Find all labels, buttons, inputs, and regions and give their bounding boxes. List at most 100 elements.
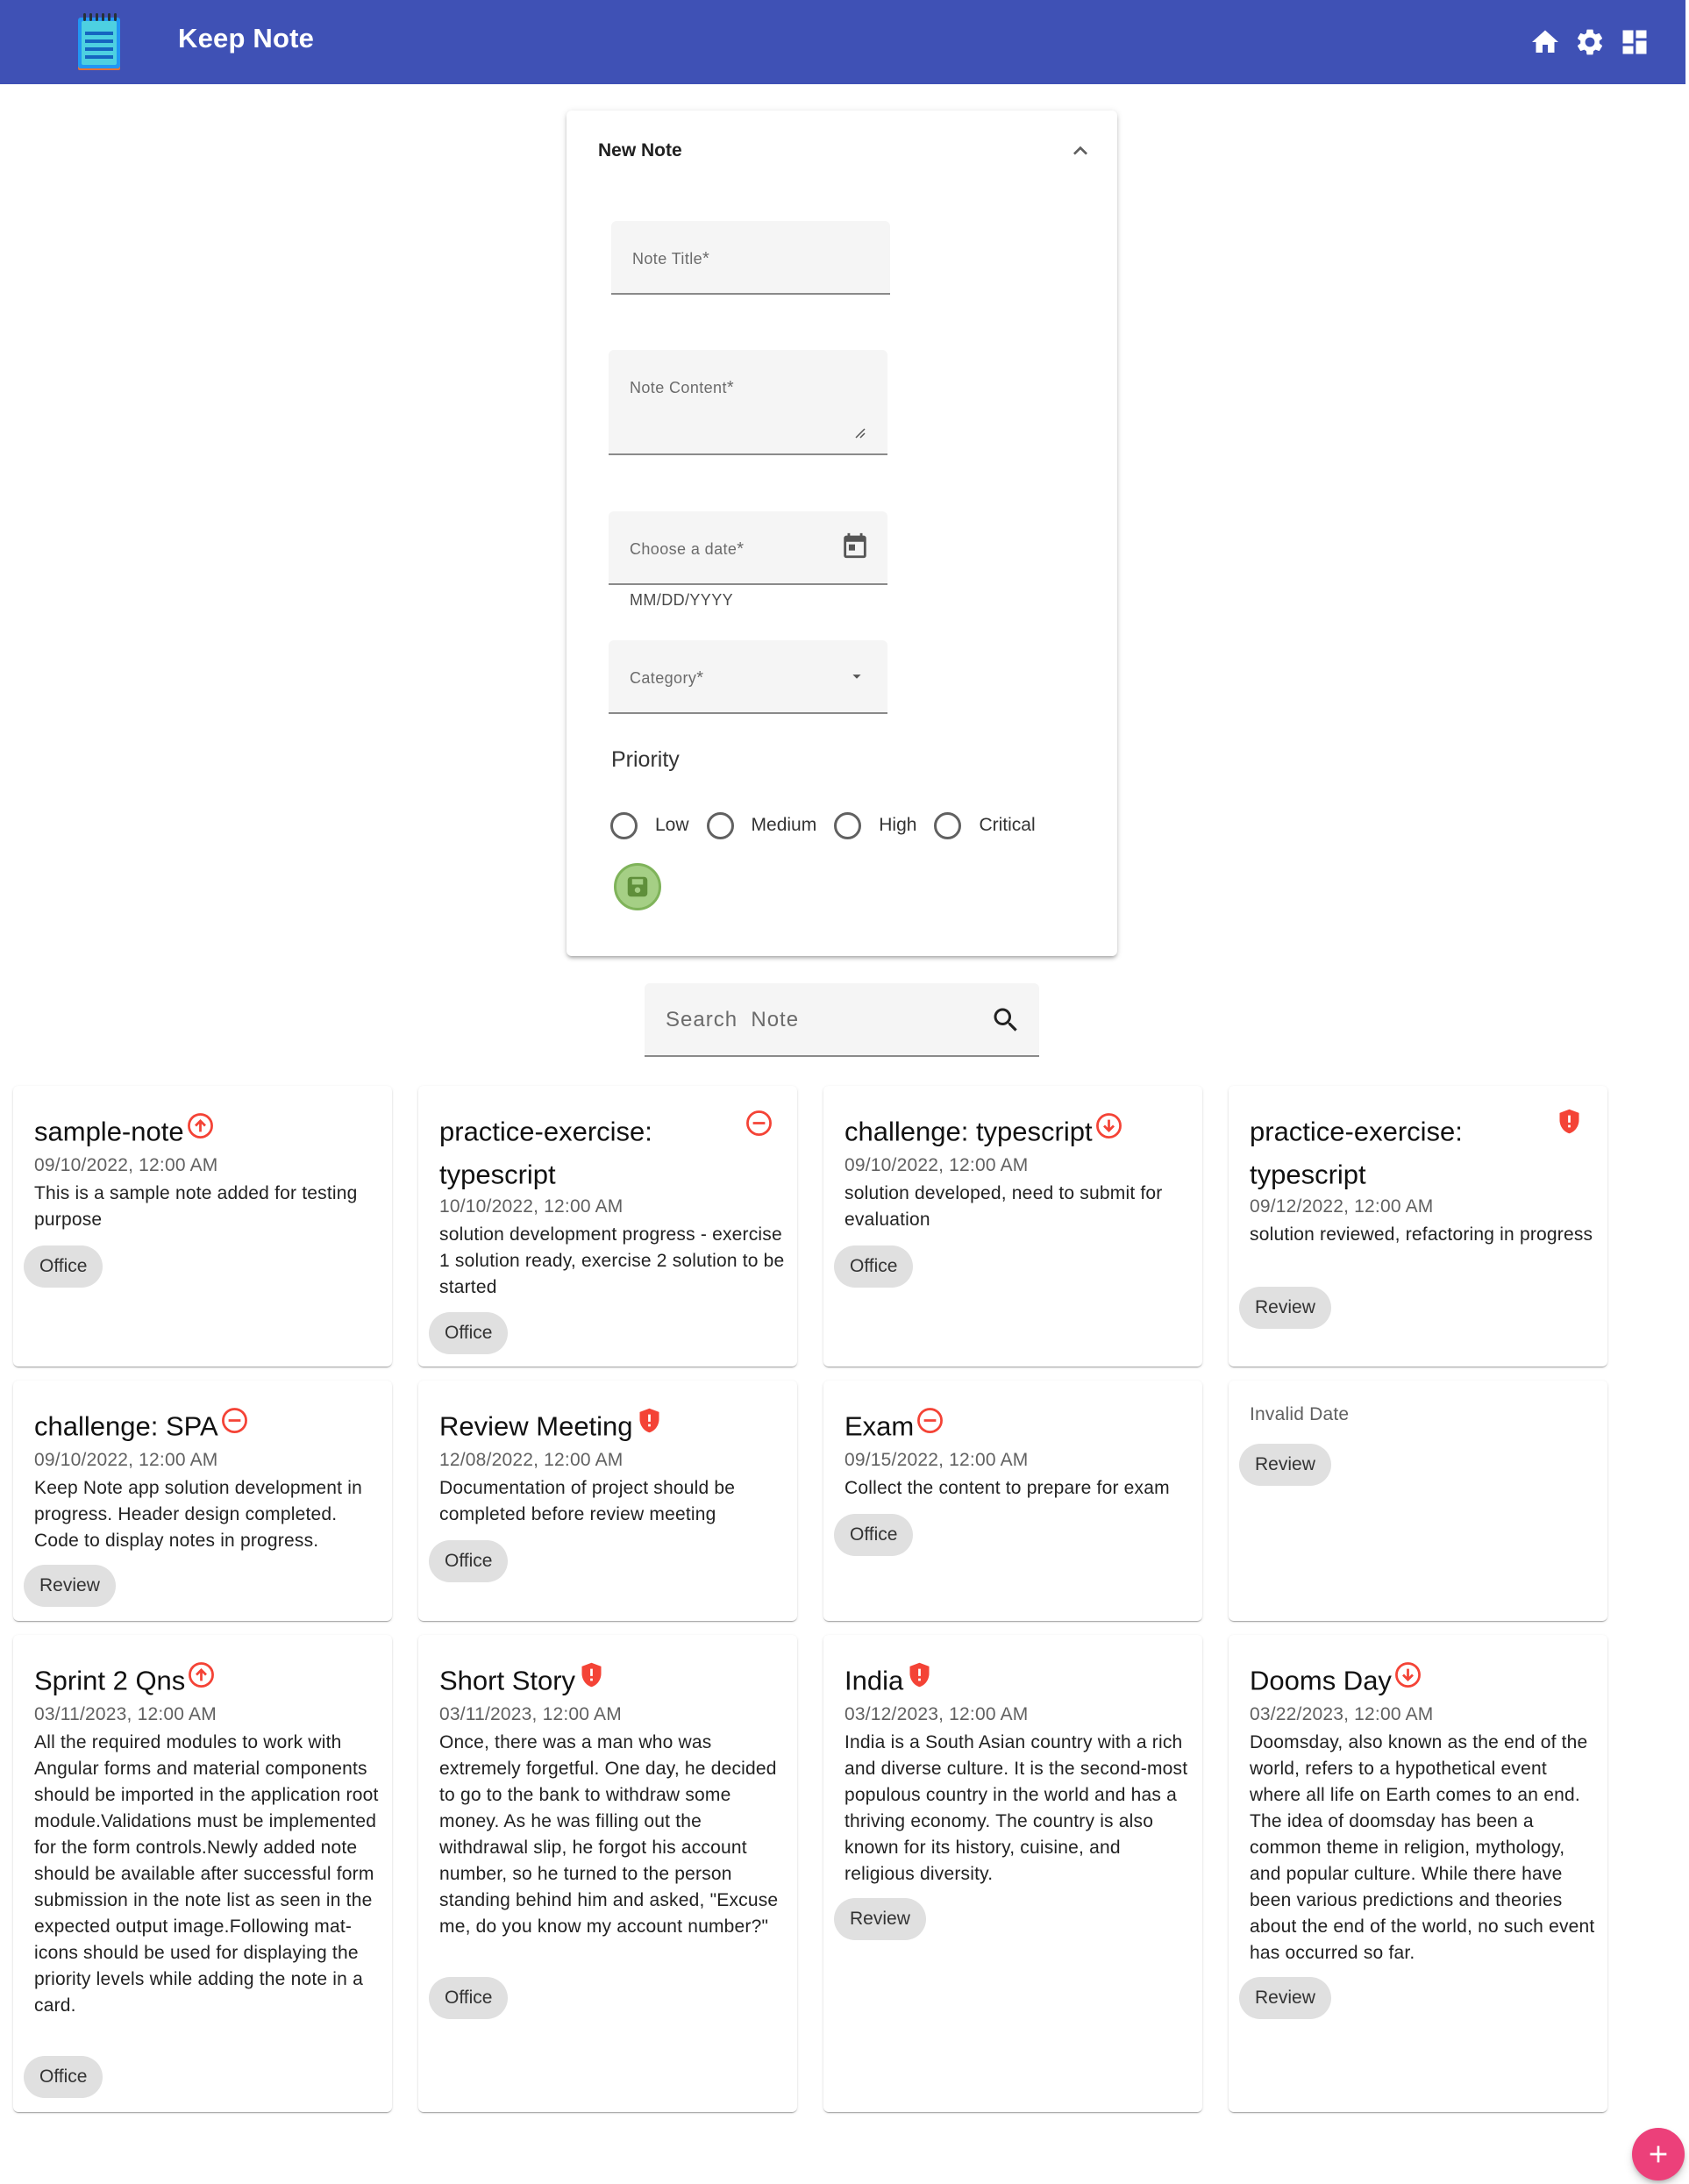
card-date: 03/12/2023, 12:00 AM <box>844 1704 1029 1724</box>
gear-icon[interactable] <box>1574 26 1606 58</box>
search-field <box>645 983 1039 1057</box>
card-content: This is a sample note added for testing … <box>34 1183 358 1230</box>
card-title: sample-note <box>34 1116 184 1147</box>
gpp-maybe-shield-icon <box>639 1409 659 1433</box>
note-card[interactable]: practice-exercise: typescript 09/12/2022… <box>1229 1086 1607 1367</box>
dropdown-arrow-icon[interactable] <box>847 667 866 686</box>
card-title: Review Meeting <box>439 1410 633 1442</box>
card-title: Dooms Day <box>1250 1665 1392 1696</box>
priority-label: Priority <box>611 747 680 772</box>
required-mark: * <box>696 668 704 688</box>
card-date: 09/10/2022, 12:00 AM <box>844 1155 1029 1175</box>
priority-radio-high[interactable] <box>834 811 862 839</box>
card-content: All the required modules to work with An… <box>34 1732 379 2016</box>
category-chip[interactable]: Office <box>834 1514 914 1556</box>
card-title: challenge: typescript <box>844 1116 1093 1147</box>
gpp-maybe-shield-icon <box>1559 1109 1579 1134</box>
gpp-maybe-shield-icon <box>581 1663 602 1688</box>
category-chip[interactable]: Office <box>24 2056 103 2098</box>
gpp-maybe-shield-icon <box>909 1663 930 1688</box>
search-input[interactable] <box>666 1001 981 1039</box>
note-title-field[interactable]: Note Title* <box>611 221 890 295</box>
card-content: Documentation of project should be compl… <box>439 1478 736 1524</box>
card-date: 10/10/2022, 12:00 AM <box>439 1196 624 1217</box>
category-chip[interactable]: Review <box>24 1565 116 1607</box>
note-card[interactable]: Exam 09/15/2022, 12:00 AM Collect the co… <box>823 1381 1202 1621</box>
calendar-icon[interactable] <box>840 531 870 560</box>
card-content: solution development progress - exercise… <box>439 1224 785 1297</box>
chevron-up-icon[interactable] <box>1066 137 1094 165</box>
priority-option-low[interactable]: Low <box>655 815 689 836</box>
card-content: India is a South Asian country with a ri… <box>844 1732 1188 1884</box>
category-chip[interactable]: Office <box>429 1312 509 1354</box>
card-content: Once, there was a man who was extremely … <box>439 1732 779 1937</box>
priority-option-medium[interactable]: Medium <box>752 815 817 836</box>
card-date: 09/15/2022, 12:00 AM <box>844 1450 1029 1470</box>
card-date: 03/11/2023, 12:00 AM <box>34 1704 217 1724</box>
category-label: Category <box>630 669 697 687</box>
add-note-button[interactable] <box>1632 2128 1685 2180</box>
priority-radio-low[interactable] <box>610 811 638 839</box>
category-chip[interactable]: Office <box>429 1977 509 2019</box>
card-title: Exam <box>844 1410 915 1442</box>
card-title: India <box>844 1665 904 1696</box>
card-content: solution reviewed, refactoring in progre… <box>1250 1224 1593 1245</box>
note-card[interactable]: challenge: SPA 09/10/2022, 12:00 AM Keep… <box>13 1381 392 1621</box>
category-chip[interactable]: Office <box>429 1540 509 1582</box>
note-card[interactable]: Short Story 03/11/2023, 12:00 AM Once, t… <box>418 1635 797 2112</box>
card-date: 03/22/2023, 12:00 AM <box>1250 1704 1434 1724</box>
arrow-circle-down-icon <box>1395 1662 1421 1688</box>
note-card[interactable]: Review Meeting 12/08/2022, 12:00 AM Docu… <box>418 1381 797 1621</box>
card-date: 03/11/2023, 12:00 AM <box>439 1704 622 1724</box>
note-card[interactable]: Invalid Date Review <box>1229 1381 1607 1621</box>
card-title: practice-exercise: typescript <box>439 1116 652 1190</box>
category-chip[interactable]: Office <box>834 1245 914 1288</box>
card-content: solution developed, need to submit for e… <box>844 1183 1163 1230</box>
note-content-field[interactable]: Note Content* <box>609 350 887 455</box>
resize-handle-icon[interactable] <box>852 425 866 439</box>
remove-circle-outline-icon <box>221 1408 247 1434</box>
priority-option-high[interactable]: High <box>879 815 916 836</box>
note-card[interactable]: challenge: typescript 09/10/2022, 12:00 … <box>823 1086 1202 1367</box>
note-card[interactable]: India 03/12/2023, 12:00 AM India is a So… <box>823 1635 1202 2112</box>
priority-radio-critical[interactable] <box>934 811 962 839</box>
card-title: practice-exercise: typescript <box>1250 1116 1463 1190</box>
app-toolbar: Keep Note <box>0 0 1685 84</box>
card-title: Short Story <box>439 1665 576 1696</box>
search-icon[interactable] <box>990 1004 1022 1036</box>
arrow-circle-down-icon <box>1095 1113 1122 1139</box>
note-card[interactable]: sample-note 09/10/2022, 12:00 AM This is… <box>13 1086 392 1367</box>
priority-radio-medium[interactable] <box>706 811 734 839</box>
category-chip[interactable]: Review <box>1239 1977 1331 2019</box>
date-label: Choose a date <box>630 540 738 558</box>
category-chip[interactable]: Review <box>834 1898 926 1940</box>
panel-title: New Note <box>598 140 682 161</box>
note-title-label: Note Title <box>632 250 703 268</box>
category-chip[interactable]: Office <box>24 1245 103 1288</box>
home-icon[interactable] <box>1529 26 1561 58</box>
dashboard-icon[interactable] <box>1619 26 1650 58</box>
card-date: 12/08/2022, 12:00 AM <box>439 1450 624 1470</box>
card-date: 09/10/2022, 12:00 AM <box>34 1450 218 1470</box>
required-mark: * <box>737 539 745 559</box>
notepad-logo-icon <box>78 13 120 70</box>
note-card[interactable]: practice-exercise: typescript 10/10/2022… <box>418 1086 797 1367</box>
required-mark: * <box>726 378 735 397</box>
card-content: Keep Note app solution development in pr… <box>34 1478 362 1551</box>
date-hint: MM/DD/YYYY <box>630 591 734 609</box>
category-select[interactable]: Category* <box>609 640 887 714</box>
remove-circle-outline-icon <box>917 1408 944 1434</box>
priority-option-critical[interactable]: Critical <box>979 815 1035 836</box>
card-date: 09/10/2022, 12:00 AM <box>34 1155 218 1175</box>
category-chip[interactable]: Review <box>1239 1287 1331 1329</box>
note-card[interactable]: Sprint 2 Qns 03/11/2023, 12:00 AM All th… <box>13 1635 392 2112</box>
card-title: challenge: SPA <box>34 1410 218 1442</box>
category-chip[interactable]: Review <box>1239 1444 1331 1486</box>
arrow-circle-up-icon <box>187 1113 213 1139</box>
note-content-label: Note Content <box>630 379 727 396</box>
plus-icon <box>1650 2145 1667 2163</box>
date-field[interactable]: Choose a date* <box>609 511 887 585</box>
app-title: Keep Note <box>178 23 315 54</box>
note-card[interactable]: Dooms Day 03/22/2023, 12:00 AM Doomsday,… <box>1229 1635 1607 2112</box>
save-button[interactable] <box>614 863 661 910</box>
